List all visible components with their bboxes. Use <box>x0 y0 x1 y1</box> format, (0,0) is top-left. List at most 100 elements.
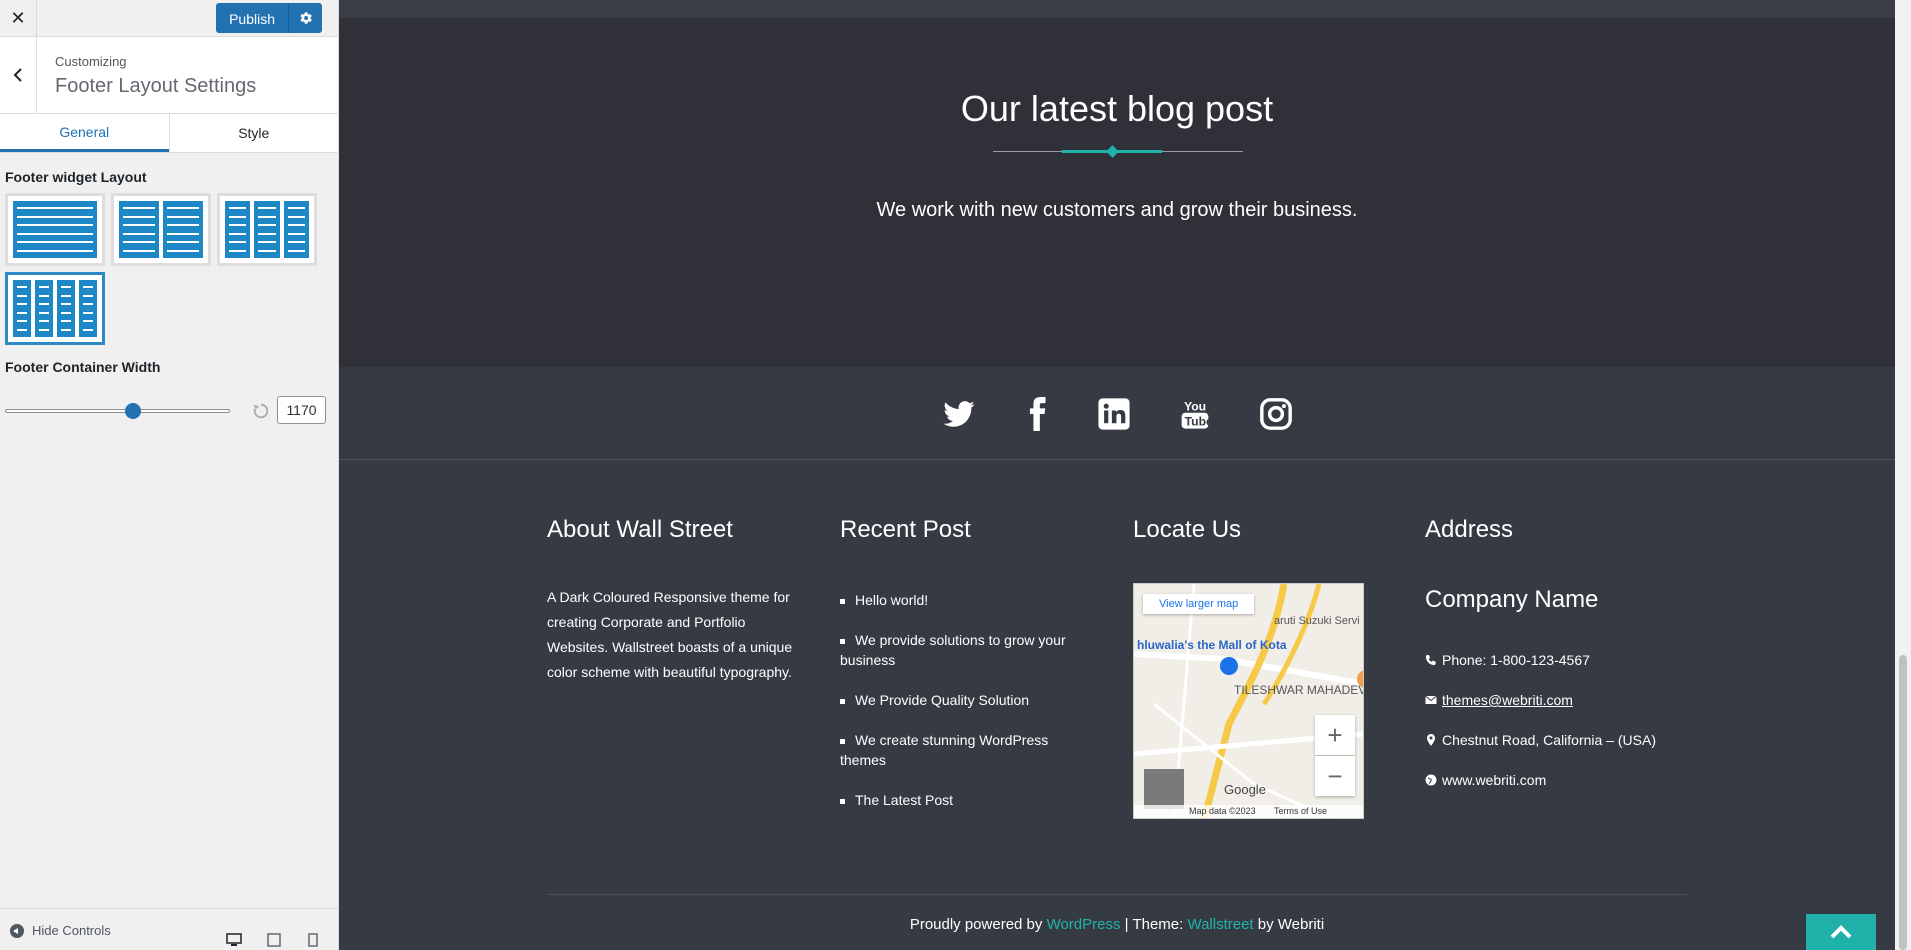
collapse-icon <box>10 923 24 938</box>
width-slider-track[interactable] <box>5 409 230 413</box>
google-map[interactable]: hluwalia's the Mall of Kota TILESHWAR MA… <box>1133 583 1364 819</box>
phone-item: Phone: 1-800-123-4567 <box>1425 652 1590 668</box>
social-bar: You Tube <box>339 367 1895 460</box>
recent-post-item[interactable]: We create stunning WordPress themes <box>840 730 1080 770</box>
layout-option-2-columns[interactable] <box>111 193 211 266</box>
publish-group: Publish <box>216 3 322 33</box>
copyright-text: Proudly powered by WordPress | Theme: Wa… <box>909 916 1325 933</box>
svg-text:You: You <box>1184 399 1206 413</box>
envelope-icon <box>1425 695 1437 704</box>
layout-column <box>163 201 203 258</box>
twitter-icon[interactable] <box>942 397 976 431</box>
map-attribution: Map data ©2023 Terms of Use <box>1134 805 1363 818</box>
desktop-icon[interactable] <box>226 933 242 947</box>
layout-option-1-column[interactable] <box>5 193 105 266</box>
blog-title: Our latest blog post <box>960 88 1274 129</box>
customizer-sidebar: ✕ Publish Customizing Footer Layout Sett… <box>0 0 339 950</box>
layout-options <box>0 185 330 345</box>
preview-scrollbar[interactable] <box>1895 0 1911 950</box>
phone-icon <box>1426 655 1436 665</box>
layout-column <box>13 280 31 337</box>
instagram-icon[interactable] <box>1259 397 1293 431</box>
map-marker-icon <box>1427 734 1435 746</box>
recent-post-item[interactable]: The Latest Post <box>840 790 1080 810</box>
tab-bar: General Style <box>0 114 338 153</box>
tab-style[interactable]: Style <box>168 114 339 152</box>
site-footer: About Wall Street A Dark Coloured Respon… <box>339 460 1895 950</box>
scroll-to-top-button[interactable] <box>1806 914 1876 950</box>
width-slider-handle[interactable] <box>125 403 142 419</box>
map-google-logo: Google <box>1224 782 1266 797</box>
recent-post-list: Hello world! We provide solutions to gro… <box>840 590 1080 830</box>
youtube-icon[interactable]: You Tube <box>1178 397 1212 431</box>
recent-post-item[interactable]: Hello world! <box>840 590 1080 610</box>
reset-icon[interactable] <box>252 402 270 420</box>
blog-section: Our latest blog post We work with new cu… <box>339 18 1895 367</box>
wordpress-link[interactable]: WordPress <box>1047 916 1121 933</box>
close-button[interactable]: ✕ <box>0 0 37 36</box>
layout-column <box>283 201 309 258</box>
map-label-mall: hluwalia's the Mall of Kota <box>1137 638 1287 652</box>
recent-post-item[interactable]: We provide solutions to grow your busine… <box>840 630 1080 670</box>
customizer-footer: Hide Controls <box>0 908 338 950</box>
recent-post-item[interactable]: We Provide Quality Solution <box>840 690 1080 710</box>
width-number-input[interactable]: 1170 <box>277 396 326 424</box>
email-item: themes@webriti.com <box>1425 692 1573 708</box>
layout-column <box>225 201 251 258</box>
footer-layout-label: Footer widget Layout <box>5 169 147 185</box>
facebook-icon[interactable] <box>1020 397 1054 431</box>
linkedin-icon[interactable] <box>1097 397 1131 431</box>
layout-column <box>13 201 97 258</box>
back-button[interactable] <box>0 37 37 113</box>
hide-controls-label: Hide Controls <box>32 923 111 938</box>
layout-column <box>35 280 53 337</box>
layout-column <box>119 201 159 258</box>
close-icon: ✕ <box>10 7 26 28</box>
view-larger-map-link[interactable]: View larger map <box>1143 594 1255 614</box>
globe-icon <box>1425 774 1437 786</box>
title-divider-diamond <box>1106 145 1119 158</box>
blog-subtitle: We work with new customers and grow thei… <box>876 199 1358 221</box>
location-item: Chestnut Road, California – (USA) <box>1425 732 1656 748</box>
publish-button[interactable]: Publish <box>216 3 288 33</box>
map-terms-link[interactable]: Terms of Use <box>1274 805 1327 818</box>
layout-column <box>254 201 280 258</box>
scrollbar-thumb[interactable] <box>1899 655 1907 950</box>
container-width-label: Footer Container Width <box>5 359 161 375</box>
container-width-control: 1170 <box>0 389 338 429</box>
wallstreet-link[interactable]: Wallstreet <box>1187 916 1253 933</box>
phone-text: Phone: 1-800-123-4567 <box>1442 652 1590 668</box>
customizer-topbar: ✕ Publish <box>0 0 338 37</box>
mobile-icon[interactable] <box>305 933 321 947</box>
tab-general[interactable]: General <box>0 114 169 152</box>
svg-text:Tube: Tube <box>1185 415 1212 429</box>
address-title: Address <box>1425 516 1514 543</box>
section-header: Customizing Footer Layout Settings <box>0 37 338 114</box>
locate-us-title: Locate Us <box>1133 516 1242 543</box>
footer-divider <box>547 894 1687 895</box>
publish-settings-button[interactable] <box>288 3 322 33</box>
website-text: www.webriti.com <box>1442 772 1547 788</box>
tablet-icon[interactable] <box>266 933 282 947</box>
chevron-up-icon <box>1830 925 1852 939</box>
zoom-out-button[interactable]: − <box>1315 756 1355 796</box>
website-item: www.webriti.com <box>1425 772 1546 788</box>
about-title: About Wall Street <box>547 516 733 543</box>
hide-controls-button[interactable]: Hide Controls <box>10 923 111 938</box>
layout-column <box>57 280 75 337</box>
customizing-label: Customizing <box>55 54 127 69</box>
site-preview: Our latest blog post We work with new cu… <box>339 0 1911 950</box>
email-link[interactable]: themes@webriti.com <box>1442 692 1573 708</box>
chevron-left-icon <box>13 68 22 82</box>
header-strip <box>339 0 1895 18</box>
layout-option-3-columns[interactable] <box>217 193 317 266</box>
recent-post-title: Recent Post <box>840 516 971 543</box>
section-title: Footer Layout Settings <box>55 75 257 97</box>
gear-icon <box>299 12 312 24</box>
map-data-text: Map data ©2023 <box>1189 806 1256 816</box>
layout-option-4-columns[interactable] <box>5 272 105 345</box>
zoom-in-button[interactable]: + <box>1315 715 1355 755</box>
map-label-area: TILESHWAR MAHADEV MANDIR <box>1234 683 1364 697</box>
location-text: Chestnut Road, California – (USA) <box>1442 732 1656 748</box>
map-label-suzuki: aruti Suzuki Servi (Bhatia & Compan <box>1274 615 1364 627</box>
